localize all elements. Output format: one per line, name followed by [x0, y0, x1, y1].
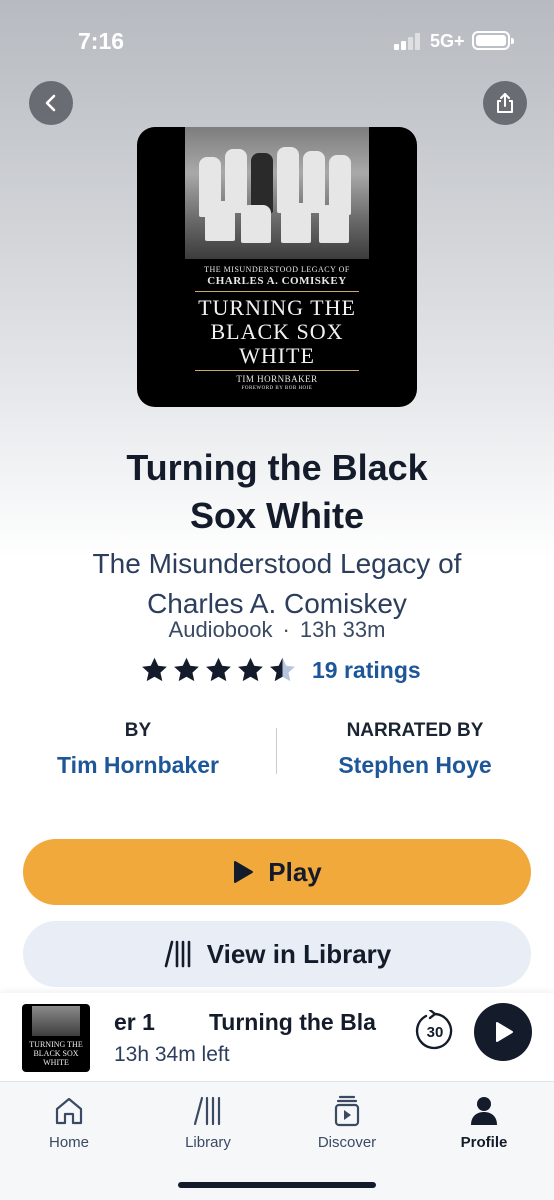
credits-divider: [276, 728, 277, 774]
by-label: BY: [124, 720, 152, 741]
share-icon: [497, 93, 513, 113]
author-link[interactable]: Tim Hornbaker: [28, 752, 248, 779]
discover-icon: [334, 1095, 360, 1127]
cover-subtitle-line1: THE MISUNDERSTOOD LEGACY OF: [204, 265, 350, 274]
mini-cover-title-line3: WHITE: [43, 1058, 69, 1067]
book-format: Audiobook: [168, 617, 273, 642]
book-meta: Audiobook · 13h 33m: [0, 617, 554, 643]
mini-player-cover: TURNING THE BLACK SOX WHITE: [22, 1004, 90, 1072]
tab-home-label: Home: [48, 1134, 89, 1151]
battery-icon: [472, 31, 514, 50]
book-title: Turning the Black Sox White: [126, 447, 428, 536]
book-cover: THE MISUNDERSTOOD LEGACY OF CHARLES A. C…: [137, 127, 417, 407]
tab-profile-label: Profile: [460, 1134, 508, 1151]
skip-seconds-label: 30: [427, 1024, 444, 1041]
tab-profile[interactable]: Profile: [429, 1094, 539, 1151]
mini-title-text: Turning the Bla: [208, 1009, 376, 1035]
tab-discover-label: Discover: [317, 1134, 377, 1151]
view-in-library-button[interactable]: View in Library: [23, 921, 531, 987]
network-type: 5G+: [430, 31, 465, 51]
mini-play-button[interactable]: [474, 1003, 532, 1061]
mini-cover-title-line2: BLACK SOX: [33, 1049, 79, 1058]
tab-library-label: Library: [185, 1134, 231, 1151]
chevron-left-icon: [45, 94, 56, 112]
cover-rule: [195, 291, 359, 292]
library-icon: [164, 940, 191, 968]
cover-author: TIM HORNBAKER: [236, 374, 318, 384]
meta-separator: ·: [282, 617, 290, 642]
play-label: Play: [268, 856, 322, 887]
cover-title-line2: BLACK SOX: [210, 319, 344, 344]
narrator-credit: NARRATED BY Stephen Hoye: [300, 720, 530, 779]
play-icon: [234, 861, 254, 883]
mini-player-time-left: 13h 34m left: [114, 1043, 230, 1066]
back-button[interactable]: [29, 81, 73, 125]
narrated-by-label: NARRATED BY: [346, 720, 484, 741]
share-button[interactable]: [483, 81, 527, 125]
tab-home[interactable]: Home: [14, 1094, 124, 1151]
mini-cover-title-line1: TURNING THE: [29, 1040, 83, 1049]
star-rating: [140, 656, 300, 684]
tab-discover[interactable]: Discover: [292, 1094, 402, 1151]
mini-player-title-marquee: er 1 Turning the Bla: [114, 1009, 378, 1039]
skip-back-button[interactable]: 30: [414, 1008, 456, 1052]
star-icon: [142, 657, 167, 682]
rating-row[interactable]: 19 ratings: [140, 655, 421, 685]
tab-library[interactable]: Library: [153, 1094, 263, 1151]
cover-rule-bottom: [195, 370, 359, 371]
star-icon: [238, 657, 263, 682]
narrator-link[interactable]: Stephen Hoye: [300, 752, 530, 779]
view-in-library-label: View in Library: [206, 938, 392, 969]
book-duration: 13h 33m: [299, 617, 386, 642]
mini-cover-photo: [32, 1006, 80, 1036]
home-icon: [55, 1097, 83, 1125]
ratings-count-link[interactable]: 19 ratings: [312, 657, 421, 684]
status-time: 7:16: [78, 28, 125, 54]
cover-team-photo: [185, 127, 369, 259]
profile-icon: [471, 1097, 497, 1125]
signal-icon: [394, 32, 424, 50]
cover-title-line3: WHITE: [239, 343, 315, 368]
cover-title-line1: TURNING THE: [198, 295, 356, 320]
skip-back-30-icon: 30: [415, 1008, 453, 1050]
mini-chapter-text: er 1: [114, 1009, 155, 1035]
library-icon: [193, 1096, 221, 1126]
half-star-icon: [270, 657, 295, 682]
status-bar: 7:16 5G+: [0, 0, 554, 80]
star-icon: [206, 657, 231, 682]
author-credit: BY Tim Hornbaker: [28, 720, 248, 779]
cover-foreword: FOREWORD BY BOB HOIE: [241, 386, 313, 391]
play-icon: [496, 1022, 513, 1042]
credits: BY Tim Hornbaker NARRATED BY Stephen Hoy…: [0, 720, 554, 790]
play-button[interactable]: Play: [23, 839, 531, 905]
star-icon: [174, 657, 199, 682]
home-indicator: [178, 1182, 376, 1188]
book-subtitle: The Misunderstood Legacy of Charles A. C…: [92, 548, 462, 619]
cover-subtitle-line2: CHARLES A. COMISKEY: [207, 275, 347, 287]
mini-player[interactable]: TURNING THE BLACK SOX WHITE er 1 Turning …: [0, 993, 554, 1081]
